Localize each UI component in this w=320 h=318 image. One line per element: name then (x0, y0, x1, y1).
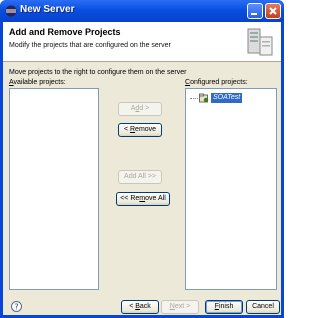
cancel-button[interactable]: Cancel (246, 300, 280, 314)
server-wizard-icon (247, 28, 273, 56)
configured-projects-list[interactable]: SOATest (185, 88, 277, 290)
finish-button[interactable]: Finish (205, 300, 243, 314)
remove-button[interactable]: < Remove (118, 123, 162, 137)
close-icon (269, 7, 277, 15)
available-projects-label: Available projects: (9, 79, 66, 86)
back-button[interactable]: < Back (121, 300, 159, 314)
instruction-text: Move projects to the right to configure … (9, 69, 187, 76)
svg-text:?: ? (14, 302, 18, 311)
next-button[interactable]: Next > (161, 300, 199, 314)
configured-projects-label: Configured projects: (185, 79, 248, 86)
page-description: Modify the projects that are configured … (9, 42, 171, 49)
dialog-window: New Server Add and Remove Projects Modif… (0, 0, 284, 318)
tree-connector (190, 98, 198, 99)
window-title: New Server (20, 4, 75, 15)
project-label: SOATest (211, 93, 243, 103)
list-item[interactable]: SOATest (190, 93, 270, 104)
add-button[interactable]: Add > (118, 102, 162, 116)
page-title: Add and Remove Projects (9, 27, 121, 37)
wizard-banner: Add and Remove Projects Modify the proje… (3, 22, 281, 62)
project-icon (199, 93, 209, 103)
remove-all-button[interactable]: << Remove All (116, 192, 170, 206)
help-icon[interactable]: ? (11, 301, 22, 312)
close-button[interactable] (265, 3, 281, 19)
minimize-icon (251, 13, 257, 15)
dialog-client: Add and Remove Projects Modify the proje… (3, 22, 281, 315)
eclipse-icon (5, 5, 17, 17)
minimize-button[interactable] (247, 3, 263, 19)
available-projects-list[interactable] (9, 88, 99, 290)
title-bar[interactable]: New Server (0, 0, 284, 22)
add-all-button[interactable]: Add All >> (118, 170, 162, 184)
